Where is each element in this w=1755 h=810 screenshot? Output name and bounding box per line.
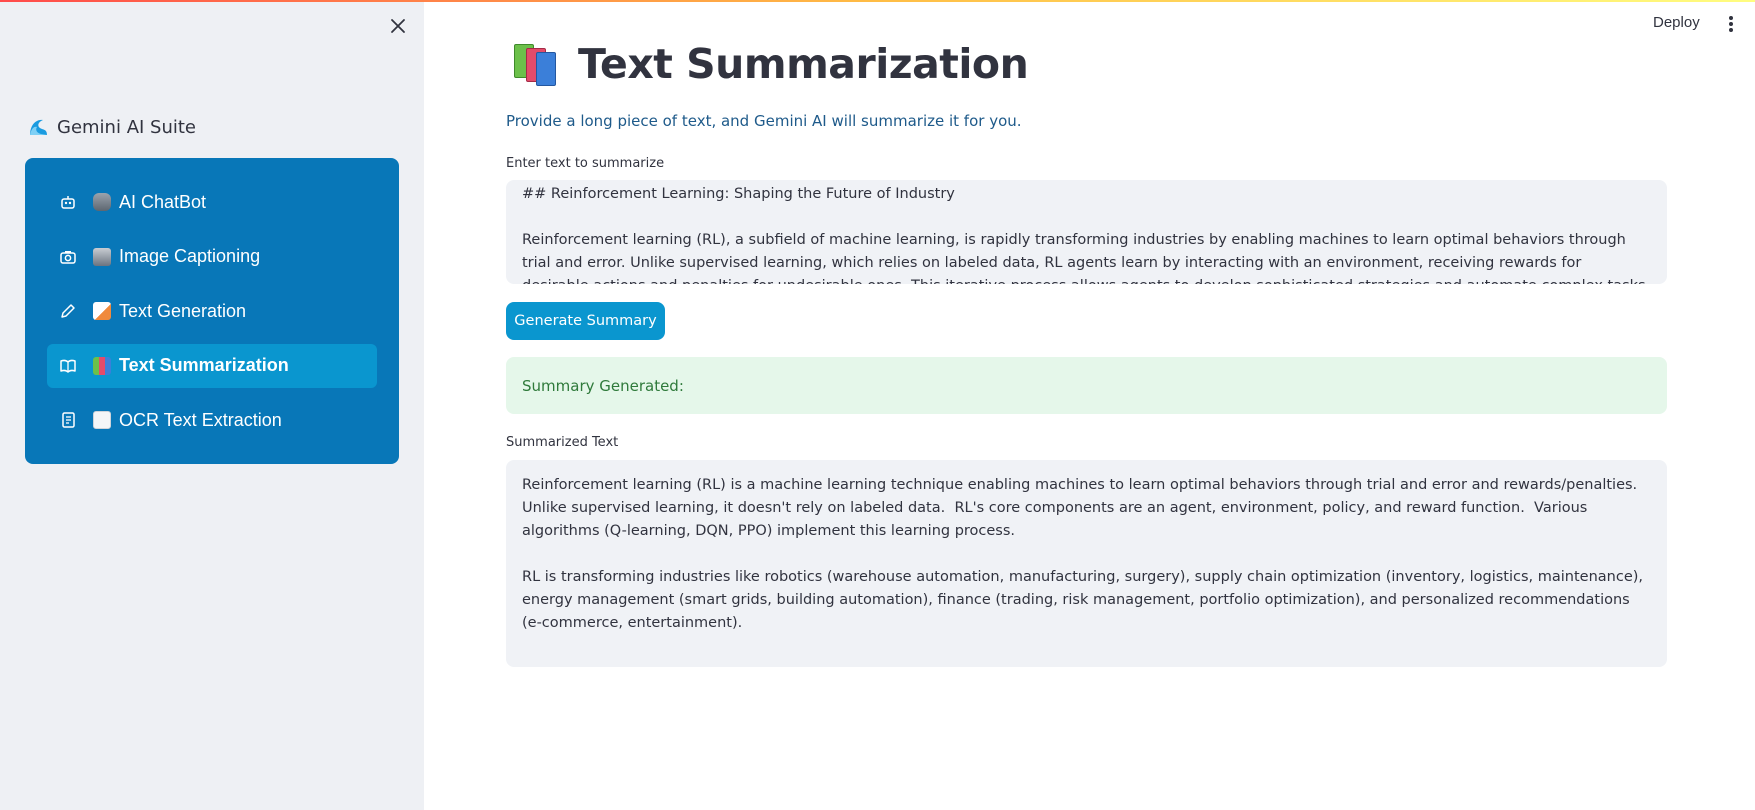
summarized-text-area[interactable]: Reinforcement learning (RL) is a machine… — [506, 460, 1667, 667]
sidebar-item-ocr-text-extraction[interactable]: OCR Text Extraction — [47, 398, 377, 442]
camera-emoji-icon — [93, 247, 111, 266]
sidebar-item-label: Text Summarization — [119, 355, 289, 375]
memo-emoji-icon — [93, 302, 111, 320]
brand: Gemini AI Suite — [28, 117, 196, 138]
sidebar-item-label: Text Generation — [119, 300, 247, 321]
kebab-dot-icon — [1729, 28, 1733, 32]
sidebar: Gemini AI Suite AI ChatBot Image Caption… — [0, 0, 424, 810]
brand-title: Gemini AI Suite — [57, 117, 196, 138]
page-header: Text Summarization — [514, 40, 1029, 88]
sidebar-item-label: AI ChatBot — [119, 191, 207, 212]
input-label: Enter text to summarize — [506, 156, 665, 171]
robot-face-emoji-icon — [93, 193, 111, 211]
deploy-button[interactable]: Deploy — [1653, 14, 1700, 31]
close-icon — [391, 19, 405, 33]
sidebar-item-label: Image Captioning — [119, 246, 261, 266]
page-title: Text Summarization — [578, 40, 1029, 88]
kebab-dot-icon — [1729, 16, 1733, 20]
sidebar-item-label: OCR Text Extraction — [119, 409, 282, 430]
sidebar-item-text-summarization[interactable]: Text Summarization — [47, 343, 377, 388]
wave-icon — [30, 119, 47, 135]
books-emoji-icon — [93, 356, 111, 375]
sidebar-item-text-generation[interactable]: Text Generation — [47, 289, 377, 333]
success-alert: Summary Generated: — [506, 357, 1667, 414]
pencil-icon — [59, 302, 77, 320]
kebab-dot-icon — [1729, 22, 1733, 26]
top-decoration-bar — [0, 0, 1755, 2]
close-sidebar-button[interactable] — [388, 16, 408, 36]
camera-icon — [59, 248, 77, 266]
book-open-icon — [59, 357, 77, 375]
page-emoji-icon — [93, 411, 111, 429]
main-menu-button[interactable] — [1726, 14, 1736, 34]
sidebar-item-ai-chatbot[interactable]: AI ChatBot — [47, 180, 377, 224]
text-input-area[interactable]: ## Reinforcement Learning: Shaping the F… — [506, 180, 1667, 284]
books-icon — [514, 42, 558, 86]
generate-summary-button[interactable]: Generate Summary — [506, 302, 665, 340]
page-subtitle: Provide a long piece of text, and Gemini… — [506, 112, 1022, 130]
robot-icon — [59, 193, 77, 211]
sidebar-item-image-captioning[interactable]: Image Captioning — [47, 235, 377, 279]
output-label: Summarized Text — [506, 435, 619, 450]
document-icon — [59, 411, 77, 429]
nav-menu: AI ChatBot Image Captioning Text Generat… — [25, 158, 399, 464]
